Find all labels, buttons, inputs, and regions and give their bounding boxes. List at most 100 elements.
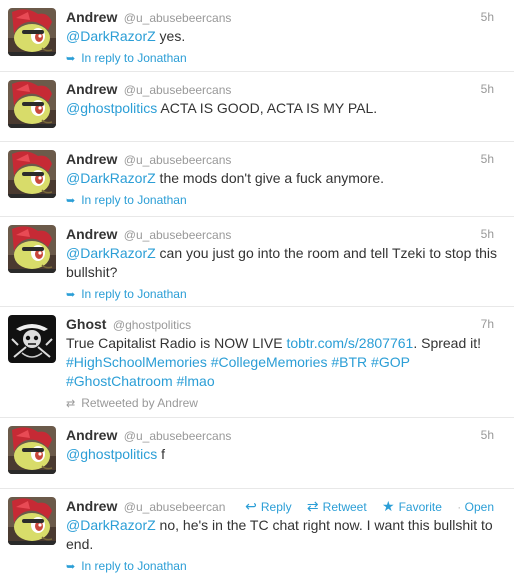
username[interactable]: @u_abusebeercans <box>124 153 232 167</box>
retweet-icon: ⇄ <box>66 398 76 410</box>
tweet-header: Andrew @u_abusebeercans 5h <box>66 150 504 168</box>
tweet-item[interactable]: Andrew @u_abusebeercans 5h @DarkRazorZ y… <box>0 0 514 72</box>
mention-link[interactable]: @DarkRazorZ <box>66 28 156 44</box>
timestamp[interactable]: 5h <box>481 8 494 26</box>
reply-arrow-icon: ➥ <box>66 289 76 301</box>
username[interactable]: @u_abusebeercans <box>124 11 232 25</box>
fullname[interactable]: Ghost <box>66 316 106 332</box>
hashtag-link[interactable]: #HighSchoolMemories <box>66 354 207 370</box>
timestamp[interactable]: 5h <box>481 426 494 444</box>
avatar[interactable] <box>8 426 56 474</box>
retweet-icon: ⇄ <box>306 498 319 514</box>
tweet-header: Andrew @u_abusebeercans 5h <box>66 426 504 444</box>
username[interactable]: @u_abusebeercans <box>124 500 232 514</box>
reply-label: Reply <box>260 500 292 514</box>
fullname[interactable]: Andrew <box>66 81 117 97</box>
tweet-header: Andrew @u_abusebeercans 5h <box>66 8 504 26</box>
tweet-body-end: . Spread it! <box>413 335 482 351</box>
reply-context-label: In reply to Jonathan <box>81 287 187 301</box>
timestamp[interactable]: 7h <box>481 315 494 333</box>
pony-avatar-icon <box>8 80 56 128</box>
reply-context[interactable]: ➥ In reply to Jonathan <box>66 558 504 574</box>
fullname[interactable]: Andrew <box>66 427 117 443</box>
tweet-header: Ghost @ghostpolitics 7h <box>66 315 504 333</box>
reply-context[interactable]: ➥ In reply to Jonathan <box>66 286 504 302</box>
tweet-item[interactable]: Andrew @u_abusebeercans 5h @DarkRazorZ c… <box>0 217 514 307</box>
favorite-button[interactable]: ★ Favorite <box>382 498 442 514</box>
avatar[interactable] <box>8 150 56 198</box>
star-icon: ★ <box>382 498 395 514</box>
reply-arrow-icon: ➥ <box>66 561 76 573</box>
tweet-item[interactable]: Ghost @ghostpolitics 7h True Capitalist … <box>0 307 514 418</box>
username[interactable]: @u_abusebeercans <box>124 83 232 97</box>
fullname[interactable]: Andrew <box>66 498 117 514</box>
mention-link[interactable]: @DarkRazorZ <box>66 170 156 186</box>
hashtag-link[interactable]: #lmao <box>177 373 215 389</box>
tweet-header: Andrew @u_abusebeercans 5h <box>66 80 504 98</box>
reply-context-label: In reply to Jonathan <box>81 559 187 573</box>
tweet-body: True Capitalist Radio is NOW LIVE <box>66 335 287 351</box>
tweet-item[interactable]: Andrew @u_abusebeercans ↩ Reply ⇄ Retweet … <box>0 489 514 578</box>
timeline: Andrew @u_abusebeercans 5h @DarkRazorZ y… <box>0 0 514 578</box>
tweet-header: Andrew @u_abusebeercans 5h <box>66 225 504 243</box>
timestamp[interactable]: 5h <box>481 150 494 168</box>
reply-arrow-icon: ➥ <box>66 53 76 65</box>
separator: · <box>457 500 465 514</box>
ghost-avatar-icon <box>8 315 56 363</box>
tweet-body: yes. <box>155 28 186 44</box>
retweet-label: Retweet <box>322 500 367 514</box>
tweet-body: the mods don't give a fuck anymore. <box>155 170 385 186</box>
url-link[interactable]: tobtr.com/s/2807761 <box>286 335 413 351</box>
hashtag-link[interactable]: #GOP <box>371 354 410 370</box>
tweet-item[interactable]: Andrew @u_abusebeercans 5h @ghostpolitic… <box>0 72 514 142</box>
reply-context[interactable]: ➥ In reply to Jonathan <box>66 50 504 66</box>
username[interactable]: @u_abusebeercans <box>124 228 232 242</box>
open-button[interactable]: · Open <box>457 500 494 514</box>
tweet-actions: ↩ Reply ⇄ Retweet ★ Favorite · Open <box>225 497 494 516</box>
mention-link[interactable]: @ghostpolitics <box>66 100 157 116</box>
avatar[interactable] <box>8 225 56 273</box>
pony-avatar-icon <box>8 426 56 474</box>
pony-avatar-icon <box>8 225 56 273</box>
tweet-body: ACTA IS GOOD, ACTA IS MY PAL. <box>157 100 378 116</box>
avatar[interactable] <box>8 497 56 545</box>
fullname[interactable]: Andrew <box>66 151 117 167</box>
reply-context[interactable]: ➥ In reply to Jonathan <box>66 192 504 208</box>
timestamp[interactable]: 5h <box>481 225 494 243</box>
hashtag-link[interactable]: #BTR <box>331 354 367 370</box>
username[interactable]: @ghostpolitics <box>113 318 191 332</box>
mention-link[interactable]: @ghostpolitics <box>66 446 157 462</box>
pony-avatar-icon <box>8 150 56 198</box>
tweet-text: @DarkRazorZ yes. <box>66 27 504 46</box>
avatar[interactable] <box>8 315 56 363</box>
fullname[interactable]: Andrew <box>66 226 117 242</box>
tweet-body: f <box>157 446 166 462</box>
tweet-text: @DarkRazorZ can you just go into the roo… <box>66 244 504 282</box>
favorite-label: Favorite <box>398 500 442 514</box>
fullname[interactable]: Andrew <box>66 9 117 25</box>
avatar[interactable] <box>8 80 56 128</box>
avatar[interactable] <box>8 8 56 56</box>
hashtag-link[interactable]: #CollegeMemories <box>211 354 328 370</box>
reply-context-label: In reply to Jonathan <box>81 193 187 207</box>
tweet-item[interactable]: Andrew @u_abusebeercans 5h @DarkRazorZ t… <box>0 142 514 217</box>
retweet-context-label: Retweeted by Andrew <box>81 396 198 410</box>
reply-button[interactable]: ↩ Reply <box>245 498 292 514</box>
hashtag-link[interactable]: #GhostChatroom <box>66 373 173 389</box>
retweet-button[interactable]: ⇄ Retweet <box>306 498 367 514</box>
username[interactable]: @u_abusebeercans <box>124 429 232 443</box>
reply-arrow-icon: ➥ <box>66 195 76 207</box>
reply-arrow-icon: ↩ <box>245 498 257 514</box>
mention-link[interactable]: @DarkRazorZ <box>66 517 156 533</box>
retweet-context[interactable]: ⇄ Retweeted by Andrew <box>66 395 504 411</box>
tweet-text: @ghostpolitics f <box>66 445 504 464</box>
tweet-text: @ghostpolitics ACTA IS GOOD, ACTA IS MY … <box>66 99 504 118</box>
tweet-item[interactable]: Andrew @u_abusebeercans 5h @ghostpolitic… <box>0 418 514 489</box>
pony-avatar-icon <box>8 8 56 56</box>
tweet-text: True Capitalist Radio is NOW LIVE tobtr.… <box>66 334 504 391</box>
tweet-text: @DarkRazorZ no, he's in the TC chat righ… <box>66 516 504 554</box>
mention-link[interactable]: @DarkRazorZ <box>66 245 156 261</box>
timestamp[interactable]: 5h <box>481 80 494 98</box>
pony-avatar-icon <box>8 497 56 545</box>
tweet-header: Andrew @u_abusebeercans ↩ Reply ⇄ Retweet … <box>66 497 504 516</box>
